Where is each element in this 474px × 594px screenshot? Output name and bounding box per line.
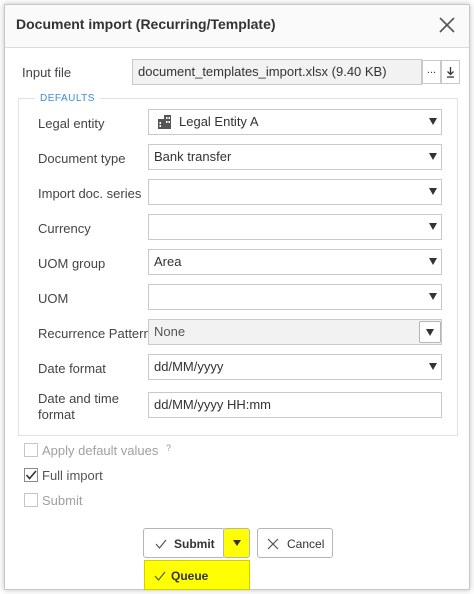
submit-dropdown-toggle[interactable] — [223, 528, 250, 558]
cancel-button-label: Cancel — [287, 537, 325, 551]
chevron-down-icon — [429, 118, 437, 125]
cancel-button[interactable]: Cancel — [257, 528, 333, 558]
uom-label: UOM — [38, 291, 69, 306]
date-time-format-label-line2: format — [38, 407, 75, 422]
input-file-field[interactable]: document_templates_import.xlsx (9.40 KB) — [132, 59, 422, 85]
uom-group-select[interactable]: Area — [148, 249, 442, 275]
chevron-down-icon — [429, 153, 437, 160]
check-icon — [155, 539, 167, 549]
apply-default-values-label: Apply default values ? — [42, 443, 171, 458]
document-type-label: Document type — [38, 151, 126, 166]
currency-select[interactable] — [148, 214, 442, 240]
date-format-value: dd/MM/yyyy — [154, 359, 224, 374]
submit-checkbox-label: Submit — [42, 493, 83, 508]
legal-entity-label: Legal entity — [38, 116, 105, 131]
close-icon[interactable] — [435, 13, 459, 37]
queue-menu-item-label: Queue — [171, 569, 209, 583]
chevron-down-icon — [426, 329, 434, 336]
document-type-select[interactable]: Bank transfer — [148, 144, 442, 170]
uom-group-label: UOM group — [38, 256, 106, 271]
import-doc-series-select[interactable] — [148, 179, 442, 205]
recurrence-dropdown-button[interactable] — [419, 321, 441, 343]
apply-default-values-checkbox[interactable] — [24, 443, 38, 457]
document-type-value: Bank transfer — [154, 149, 232, 164]
check-icon — [154, 571, 166, 581]
recurrence-pattern-label: Recurrence Pattern — [38, 326, 151, 341]
import-doc-series-label: Import doc. series — [38, 186, 142, 201]
date-format-label: Date format — [38, 361, 106, 376]
document-import-dialog: Document import (Recurring/Template) Inp… — [4, 4, 470, 590]
date-time-format-label: Date and time format — [38, 391, 119, 423]
uom-select[interactable] — [148, 284, 442, 310]
chevron-down-icon — [429, 293, 437, 300]
recurrence-pattern-select[interactable]: None — [148, 319, 442, 345]
input-file-label: Input file — [22, 65, 72, 80]
date-time-format-label-line1: Date and time — [38, 391, 119, 406]
download-icon[interactable] — [441, 60, 460, 84]
full-import-label: Full import — [42, 468, 103, 483]
browse-file-button[interactable]: ... — [422, 60, 441, 84]
legal-entity-select[interactable]: Legal Entity A — [148, 109, 442, 135]
dialog-title: Document import (Recurring/Template) — [16, 16, 276, 32]
building-icon — [157, 115, 172, 132]
caret-down-icon — [233, 540, 241, 546]
submit-button[interactable]: Submit — [143, 528, 225, 558]
queue-menu-item[interactable]: Queue — [144, 560, 250, 590]
recurrence-pattern-value: None — [154, 324, 186, 339]
full-import-checkbox[interactable] — [24, 468, 38, 482]
chevron-down-icon — [429, 363, 437, 370]
currency-label: Currency — [38, 221, 91, 236]
defaults-legend: DEFAULTS — [35, 93, 100, 104]
submit-checkbox[interactable] — [24, 493, 38, 507]
chevron-down-icon — [429, 258, 437, 265]
help-icon[interactable]: ? — [166, 443, 171, 453]
close-icon — [267, 538, 279, 550]
uom-group-value: Area — [154, 254, 182, 269]
dialog-header: Document import (Recurring/Template) — [5, 5, 469, 48]
legal-entity-value: Legal Entity A — [179, 114, 259, 129]
chevron-down-icon — [429, 223, 437, 230]
date-format-select[interactable]: dd/MM/yyyy — [148, 354, 442, 380]
submit-button-label: Submit — [174, 537, 215, 551]
chevron-down-icon — [429, 188, 437, 195]
date-time-format-input[interactable]: dd/MM/yyyy HH:mm — [148, 392, 442, 418]
